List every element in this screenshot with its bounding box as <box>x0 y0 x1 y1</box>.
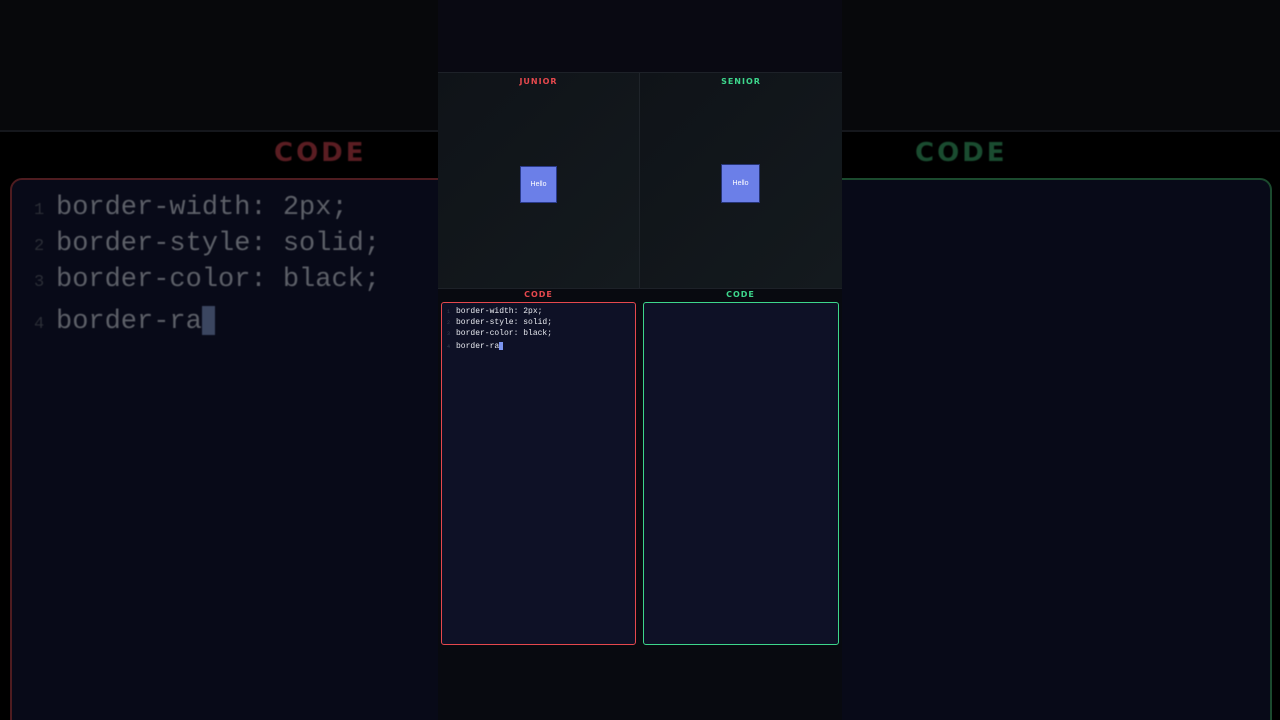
background-editor-right <box>842 178 1272 720</box>
code-line: 4 border-ra <box>447 341 552 352</box>
background-code-line: 1 border-width: 2px; <box>34 190 380 226</box>
code-line: 3 border-color: black; <box>447 328 552 339</box>
background-line-text: border-style: solid; <box>56 229 381 259</box>
preview-row: JUNIOR Hello SENIOR Hello <box>438 72 842 289</box>
background-line-text: border-ra <box>56 307 202 337</box>
code-line: 1 border-width: 2px; <box>447 306 552 317</box>
background-code-line: 3 border-color: black; <box>34 262 380 298</box>
background-code-label-left: CODE <box>274 138 367 168</box>
background-line-text: border-width: 2px; <box>56 193 348 223</box>
background-code-line: 2 border-style: solid; <box>34 226 380 262</box>
code-text: border-color: black; <box>456 329 553 338</box>
background-top-bar <box>842 0 1280 132</box>
background-line-number: 3 <box>34 273 45 292</box>
background-line-number: 1 <box>34 201 45 220</box>
senior-preview-pane: SENIOR Hello <box>640 73 842 288</box>
junior-code-editor[interactable]: 1 border-width: 2px; 2 border-style: solid… <box>441 302 636 645</box>
text-cursor-icon <box>499 341 504 350</box>
junior-hello-button[interactable]: Hello <box>521 167 556 202</box>
code-line: 2 border-style: solid; <box>447 317 552 328</box>
background-line-number: 4 <box>34 315 45 334</box>
background-code-label-right: CODE <box>915 138 1008 168</box>
code-text: border-width: 2px; <box>456 307 543 316</box>
background-line-number: 2 <box>34 237 45 256</box>
background-top-bar <box>0 0 438 132</box>
background-right: CODE <box>842 0 1280 720</box>
bottom-area <box>438 645 842 720</box>
comparison-view: JUNIOR Hello SENIOR Hello CODE CODE 1 bor… <box>438 0 842 720</box>
junior-code-content: 1 border-width: 2px; 2 border-style: solid… <box>447 306 552 352</box>
senior-code-editor[interactable] <box>643 302 839 645</box>
junior-code-label: CODE <box>524 290 553 299</box>
background-left: CODE 1 border-width: 2px; 2 border-style: … <box>0 0 438 720</box>
code-text: border-ra <box>456 342 500 351</box>
line-number: 3 <box>447 331 451 337</box>
background-text-cursor-icon <box>201 306 215 336</box>
junior-preview-pane: JUNIOR Hello <box>438 73 640 288</box>
top-bar <box>438 0 842 72</box>
background-line-text: border-color: black; <box>56 265 381 295</box>
senior-hello-button[interactable]: Hello <box>722 165 759 202</box>
junior-title: JUNIOR <box>519 77 558 86</box>
senior-title: SENIOR <box>721 77 761 86</box>
senior-code-label: CODE <box>726 290 755 299</box>
code-text: border-style: solid; <box>456 318 553 327</box>
background-code-line: 4 border-ra <box>34 304 380 340</box>
line-number: 4 <box>447 344 451 350</box>
background-code-junior: 1 border-width: 2px; 2 border-style: solid… <box>34 190 380 340</box>
